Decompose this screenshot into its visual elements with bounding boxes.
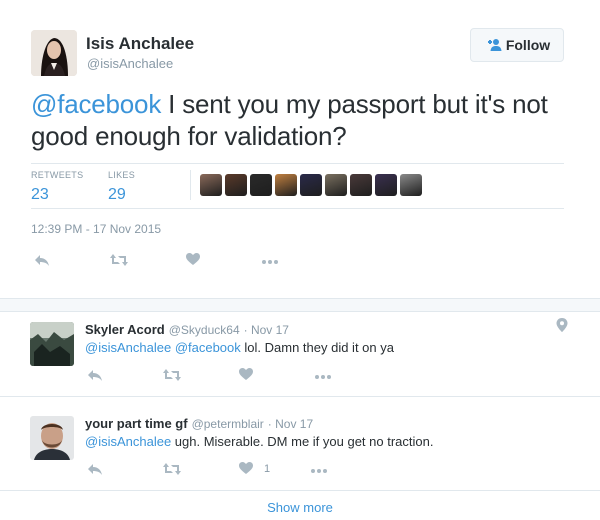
follow-label: Follow (505, 37, 551, 53)
avatar[interactable] (30, 322, 74, 366)
likes-stat[interactable]: LIKES 29 (108, 170, 135, 204)
like-count: 1 (264, 463, 271, 475)
add-user-icon (484, 38, 502, 52)
reply-icon[interactable] (86, 367, 104, 383)
mention-link[interactable]: @isisAnchalee (85, 340, 171, 355)
divider (190, 170, 191, 200)
main-tweet: Isis Anchalee @isisAnchalee Follow @face… (0, 0, 600, 298)
reply-icon[interactable] (86, 461, 104, 477)
reply-date[interactable]: · Nov 17 (268, 417, 313, 431)
reply-icon[interactable] (33, 252, 51, 268)
tweet-actions (33, 252, 279, 268)
avatar[interactable] (30, 416, 74, 460)
liker-avatar[interactable] (250, 174, 272, 196)
likes-label: LIKES (108, 170, 136, 180)
reply-author-name[interactable]: your part time gf (85, 416, 188, 431)
more-icon[interactable] (310, 461, 328, 477)
tweet-timestamp[interactable]: 12:39 PM - 17 Nov 2015 (31, 222, 161, 236)
tweet-text: @facebook I sent you my passport but it'… (31, 88, 571, 152)
author-name[interactable]: Isis Anchalee (86, 34, 194, 54)
liker-avatar[interactable] (400, 174, 422, 196)
retweet-icon[interactable] (162, 367, 181, 383)
mention-link[interactable]: @isisAnchalee (85, 434, 171, 449)
liker-avatar[interactable] (200, 174, 222, 196)
section-separator (0, 298, 600, 312)
location-pin-icon[interactable] (556, 318, 568, 332)
heart-icon[interactable] (238, 367, 256, 383)
heart-icon[interactable] (185, 252, 203, 268)
retweets-count: 23 (31, 186, 49, 203)
reply-date[interactable]: · Nov 17 (244, 323, 289, 337)
liker-avatar[interactable] (350, 174, 372, 196)
avatar[interactable] (31, 30, 77, 76)
reply-actions: 1 (86, 461, 328, 477)
liker-avatars (200, 174, 422, 196)
list-item[interactable]: Skyler Acord @Skyduck64 · Nov 17 @isisAn… (0, 312, 600, 396)
mention-link[interactable]: @facebook (31, 89, 161, 119)
show-more-link[interactable]: Show more (0, 500, 600, 515)
reply-header: your part time gf @petermblair · Nov 17 (85, 416, 313, 431)
follow-button[interactable]: Follow (470, 28, 564, 62)
retweets-label: RETWEETS (31, 170, 84, 180)
retweet-icon[interactable] (162, 461, 181, 477)
likes-count: 29 (108, 186, 126, 203)
reply-body: ugh. Miserable. DM me if you get no trac… (171, 434, 434, 449)
liker-avatar[interactable] (225, 174, 247, 196)
liker-avatar[interactable] (275, 174, 297, 196)
reply-text: @isisAnchalee @facebook lol. Damn they d… (85, 340, 394, 355)
liker-avatar[interactable] (325, 174, 347, 196)
mention-link[interactable]: @facebook (175, 340, 241, 355)
more-icon[interactable] (261, 252, 279, 268)
list-item[interactable]: your part time gf @petermblair · Nov 17 … (0, 406, 600, 490)
reply-author-name[interactable]: Skyler Acord (85, 322, 165, 337)
reply-header: Skyler Acord @Skyduck64 · Nov 17 (85, 322, 289, 337)
reply-body: lol. Damn they did it on ya (240, 340, 394, 355)
reply-text: @isisAnchalee ugh. Miserable. DM me if y… (85, 434, 433, 449)
author-handle[interactable]: @isisAnchalee (87, 56, 173, 71)
heart-icon[interactable] (238, 461, 256, 477)
more-icon[interactable] (314, 367, 332, 383)
divider (31, 208, 564, 209)
divider (0, 396, 600, 397)
reply-actions (86, 367, 332, 383)
divider (31, 163, 564, 164)
liker-avatar[interactable] (300, 174, 322, 196)
reply-author-handle[interactable]: @petermblair (192, 417, 264, 431)
retweet-icon[interactable] (109, 252, 128, 268)
reply-author-handle[interactable]: @Skyduck64 (169, 323, 240, 337)
divider (0, 490, 600, 491)
liker-avatar[interactable] (375, 174, 397, 196)
retweets-stat[interactable]: RETWEETS 23 (31, 170, 83, 204)
